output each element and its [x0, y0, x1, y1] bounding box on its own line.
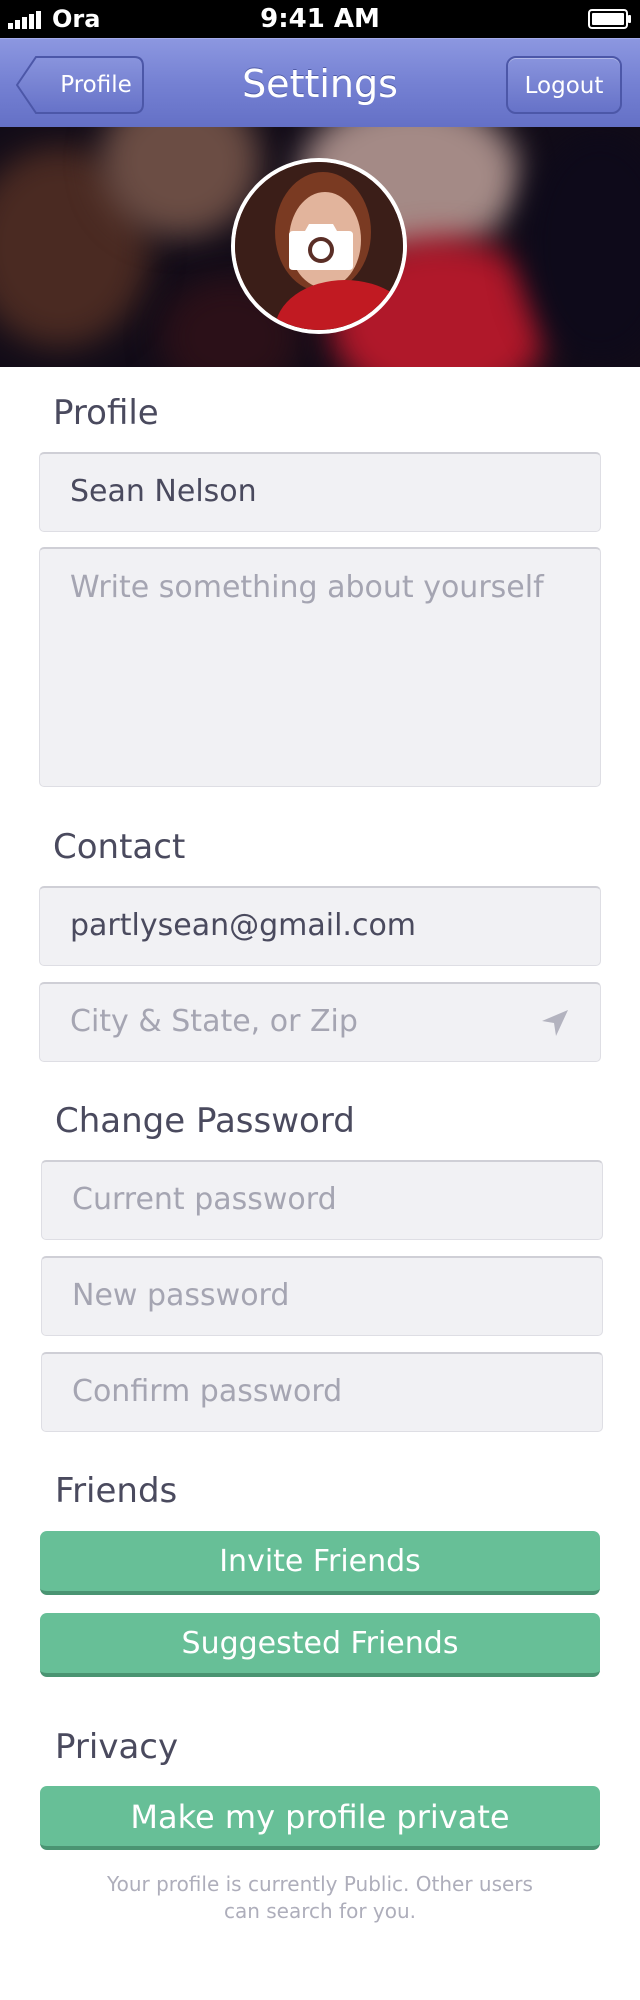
make-profile-private-button[interactable]: Make my profile private: [40, 1786, 600, 1850]
about-textarea[interactable]: Write something about yourself: [39, 547, 601, 787]
section-label-change-password: Change Password: [55, 1101, 355, 1141]
battery-icon: [588, 9, 631, 29]
location-placeholder: City & State, or Zip: [70, 1004, 358, 1039]
section-label-contact: Contact: [53, 827, 186, 867]
logout-button[interactable]: Logout: [506, 56, 622, 114]
camera-icon: [289, 224, 353, 270]
navigation-bar: Profile Settings Logout: [0, 38, 640, 128]
status-bar: Ora 9:41 AM: [0, 0, 640, 38]
location-arrow-icon[interactable]: [540, 1008, 570, 1038]
name-field[interactable]: Sean Nelson: [39, 452, 601, 532]
privacy-note-line-2: can search for you.: [223, 1899, 417, 1923]
section-label-privacy: Privacy: [55, 1727, 179, 1767]
section-label-profile: Profile: [53, 393, 159, 433]
location-field[interactable]: City & State, or Zip: [39, 982, 601, 1062]
confirm-password-field[interactable]: Confirm password: [41, 1352, 603, 1432]
invite-friends-button[interactable]: Invite Friends: [40, 1531, 600, 1595]
new-password-field[interactable]: New password: [41, 1256, 603, 1336]
suggested-friends-button[interactable]: Suggested Friends: [40, 1613, 600, 1677]
privacy-status-note: Your profile is currently Public. Other …: [90, 1871, 550, 1925]
profile-cover-photo: [0, 127, 640, 367]
privacy-note-line-1: Your profile is currently Public. Other …: [107, 1872, 533, 1896]
status-time: 9:41 AM: [260, 4, 380, 34]
avatar[interactable]: [231, 158, 407, 334]
current-password-field[interactable]: Current password: [41, 1160, 603, 1240]
section-label-friends: Friends: [55, 1471, 178, 1511]
email-field[interactable]: partlysean@gmail.com: [39, 886, 601, 966]
